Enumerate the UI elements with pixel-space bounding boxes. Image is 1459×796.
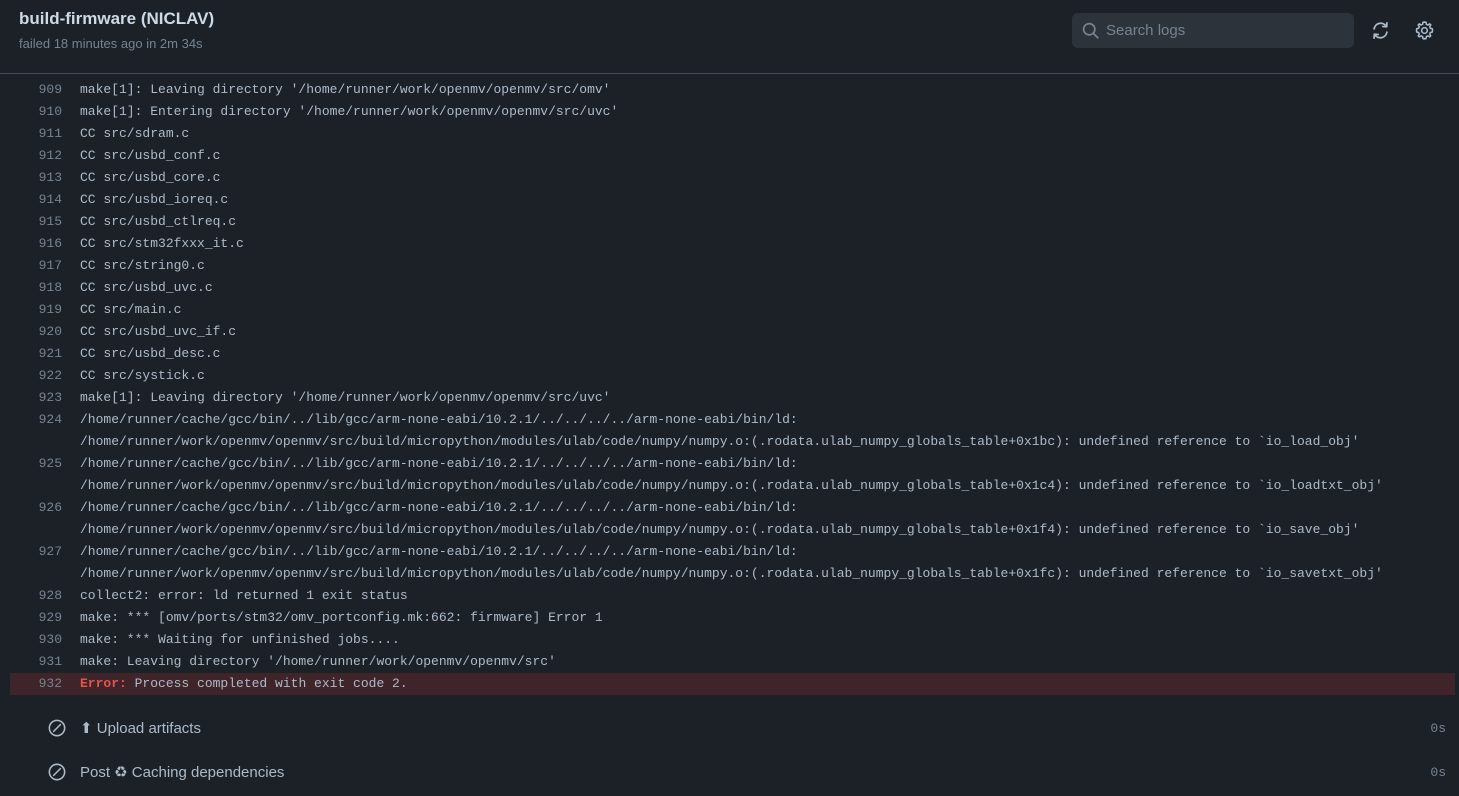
line-number[interactable]: 914 [10, 189, 62, 211]
log-line: 928 collect2: error: ld returned 1 exit s… [10, 585, 1455, 607]
line-number[interactable]: 928 [10, 585, 62, 607]
line-number[interactable]: 909 [10, 79, 62, 101]
step-label: ⬆ Upload artifacts [80, 720, 201, 737]
line-number[interactable]: 919 [10, 299, 62, 321]
log-line: 926/home/runner/cache/gcc/bin/../lib/gcc… [10, 497, 1455, 541]
job-header: build-firmware (NICLAV) failed 18 minute… [0, 0, 1459, 74]
log-text: make[1]: Leaving directory '/home/runner… [80, 390, 611, 405]
log-text: make[1]: Leaving directory '/home/runner… [80, 82, 611, 97]
log-line: 919 CC src/main.c [10, 299, 1455, 321]
log-text: make: *** Waiting for unfinished jobs...… [80, 632, 400, 647]
job-title: build-firmware (NICLAV) [19, 9, 215, 28]
line-number[interactable]: 913 [10, 167, 62, 189]
step-duration: 0s [1430, 720, 1446, 736]
log-line: 929 make: *** [omv/ports/stm32/omv_portco… [10, 607, 1455, 629]
log-line: 912 CC src/usbd_conf.c [10, 145, 1455, 167]
line-number[interactable]: 917 [10, 255, 62, 277]
log-text: CC src/main.c [80, 302, 182, 317]
log-text: CC src/usbd_core.c [80, 170, 221, 185]
line-number[interactable]: 930 [10, 629, 62, 651]
job-status-subtitle: failed 18 minutes ago in 2m 34s [19, 36, 203, 51]
refresh-icon [1372, 21, 1388, 39]
step-row[interactable]: ⬆ Upload artifacts 0s [0, 706, 1459, 750]
log-line: 916 CC src/stm32fxxx_it.c [10, 233, 1455, 255]
line-number[interactable]: 929 [10, 607, 62, 629]
line-number[interactable]: 932 [10, 673, 62, 695]
step-row[interactable]: Post ♻ Caching dependencies 0s [0, 750, 1459, 794]
line-number[interactable]: 923 [10, 387, 62, 409]
log-line: 917 CC src/string0.c [10, 255, 1455, 277]
log-line: 925/home/runner/cache/gcc/bin/../lib/gcc… [10, 453, 1455, 497]
log-text: make: Leaving directory '/home/runner/wo… [80, 654, 556, 669]
refresh-button[interactable] [1367, 17, 1393, 43]
log-line: 914 CC src/usbd_ioreq.c [10, 189, 1455, 211]
line-number[interactable]: 915 [10, 211, 62, 233]
log-text: CC src/usbd_desc.c [80, 346, 221, 361]
log-output: 909 make[1]: Leaving directory '/home/run… [10, 79, 1455, 695]
log-line: 923 make[1]: Leaving directory '/home/run… [10, 387, 1455, 409]
log-text: CC src/systick.c [80, 368, 205, 383]
log-line: 931 make: Leaving directory '/home/runner… [10, 651, 1455, 673]
line-number[interactable]: 921 [10, 343, 62, 365]
log-line: 930 make: *** Waiting for unfinished jobs… [10, 629, 1455, 651]
line-number[interactable]: 927 [10, 541, 62, 585]
log-text: CC src/usbd_conf.c [80, 148, 221, 163]
search-logs-input[interactable] [1106, 13, 1346, 48]
log-line: 915 CC src/usbd_ctlreq.c [10, 211, 1455, 233]
search-logs-box[interactable] [1072, 13, 1354, 48]
log-text: make[1]: Entering directory '/home/runne… [80, 104, 619, 119]
log-line: 927/home/runner/cache/gcc/bin/../lib/gcc… [10, 541, 1455, 585]
log-text: CC src/usbd_ioreq.c [80, 192, 229, 207]
job-steps: ⬆ Upload artifacts 0s Post ♻ Caching depen… [0, 706, 1459, 794]
log-text: /home/runner/cache/gcc/bin/../lib/gcc/ar… [80, 456, 1383, 493]
log-line: 913 CC src/usbd_core.c [10, 167, 1455, 189]
skipped-icon [48, 763, 66, 781]
log-text: /home/runner/cache/gcc/bin/../lib/gcc/ar… [80, 544, 1383, 581]
gear-icon [1415, 20, 1433, 40]
line-number[interactable]: 922 [10, 365, 62, 387]
line-number[interactable]: 924 [10, 409, 62, 453]
log-line: 924/home/runner/cache/gcc/bin/../lib/gcc… [10, 409, 1455, 453]
log-text: CC src/usbd_uvc.c [80, 280, 213, 295]
log-line: 909 make[1]: Leaving directory '/home/run… [10, 79, 1455, 101]
log-text: CC src/usbd_ctlreq.c [80, 214, 237, 229]
log-text: Error: Process completed with exit code … [80, 673, 1420, 695]
log-text: make: *** [omv/ports/stm32/omv_portconfi… [80, 610, 603, 625]
line-number[interactable]: 925 [10, 453, 62, 497]
line-number[interactable]: 926 [10, 497, 62, 541]
settings-button[interactable] [1411, 17, 1437, 43]
log-text: /home/runner/cache/gcc/bin/../lib/gcc/ar… [80, 412, 1360, 449]
log-text: /home/runner/cache/gcc/bin/../lib/gcc/ar… [80, 500, 1360, 537]
log-line: 918 CC src/usbd_uvc.c [10, 277, 1455, 299]
log-text: CC src/sdram.c [80, 126, 190, 141]
log-text: CC src/string0.c [80, 258, 205, 273]
error-label: Error: [80, 676, 127, 691]
log-text: CC src/usbd_uvc_if.c [80, 324, 237, 339]
log-text: collect2: error: ld returned 1 exit stat… [80, 588, 408, 603]
log-line: 920 CC src/usbd_uvc_if.c [10, 321, 1455, 343]
line-number[interactable]: 910 [10, 101, 62, 123]
log-text: CC src/stm32fxxx_it.c [80, 236, 244, 251]
line-number[interactable]: 931 [10, 651, 62, 673]
skipped-icon [48, 719, 66, 737]
line-number[interactable]: 920 [10, 321, 62, 343]
line-number[interactable]: 912 [10, 145, 62, 167]
log-line: 921 CC src/usbd_desc.c [10, 343, 1455, 365]
step-label: Post ♻ Caching dependencies [80, 764, 285, 781]
step-duration: 0s [1430, 764, 1446, 780]
line-number[interactable]: 916 [10, 233, 62, 255]
log-line-error: 932 Error: Process completed with exit co… [10, 673, 1455, 695]
log-line: 910 make[1]: Entering directory '/home/ru… [10, 101, 1455, 123]
error-message: Process completed with exit code 2. [126, 676, 408, 691]
line-number[interactable]: 918 [10, 277, 62, 299]
log-line: 911 CC src/sdram.c [10, 123, 1455, 145]
log-line: 922 CC src/systick.c [10, 365, 1455, 387]
search-icon [1082, 22, 1099, 39]
line-number[interactable]: 911 [10, 123, 62, 145]
